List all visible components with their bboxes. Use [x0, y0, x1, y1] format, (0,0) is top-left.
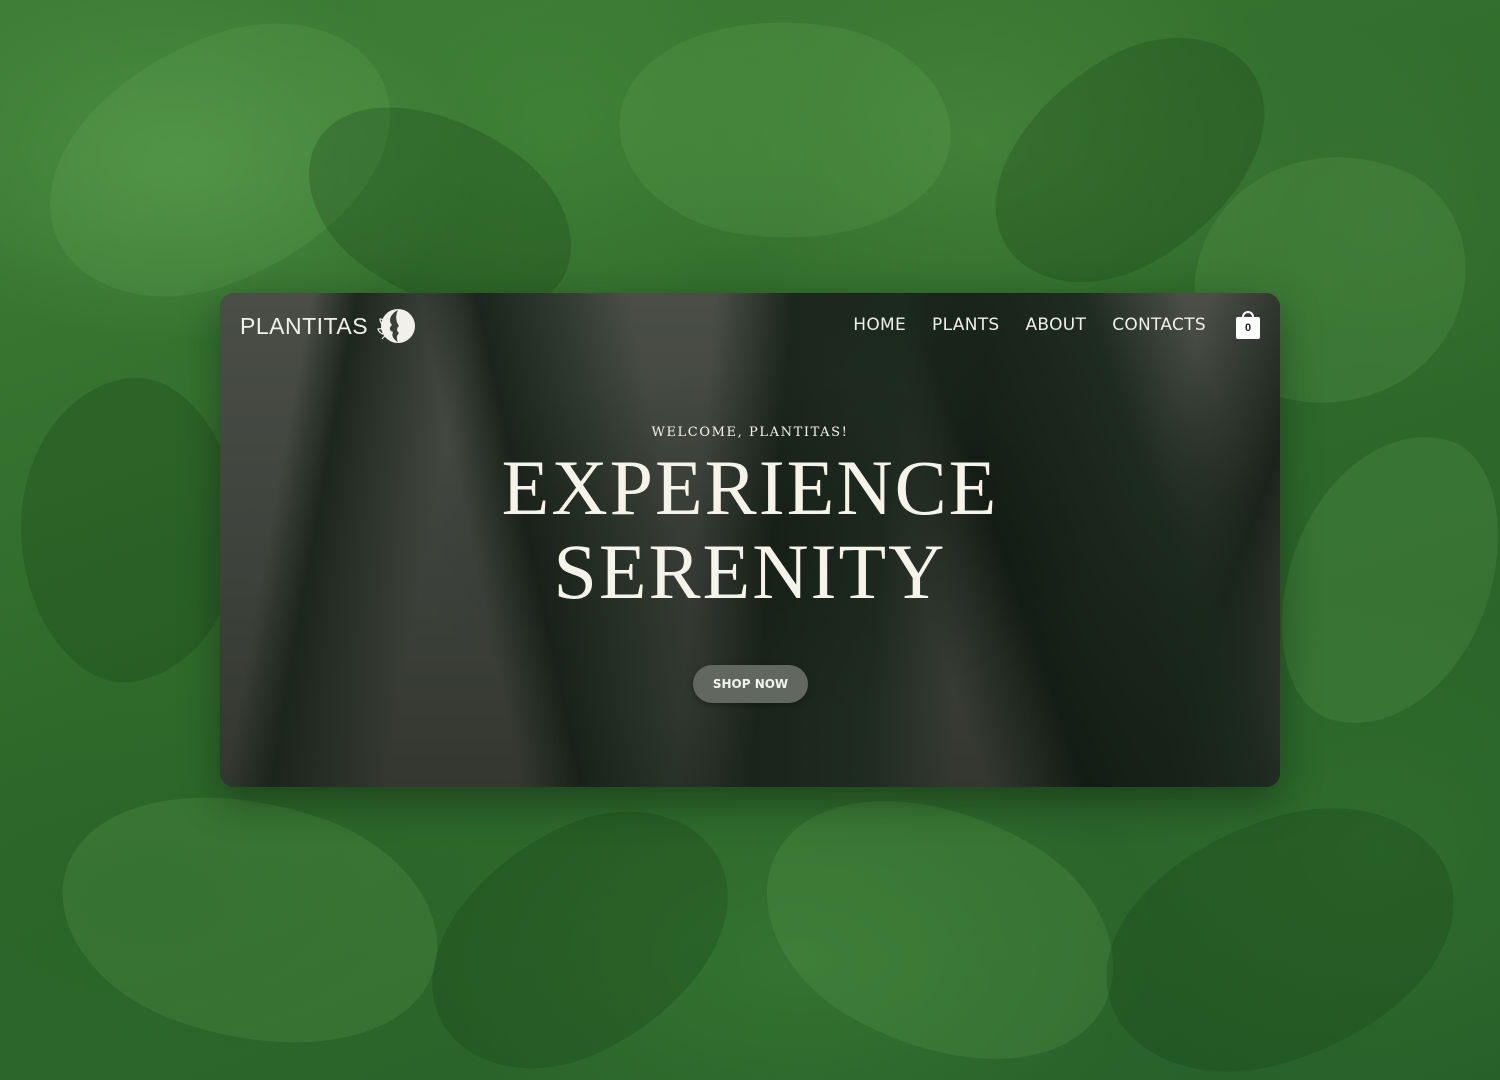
website-preview-card: PLANTITAS HOME PLANTS ABOUT CONTACTS 0 W… — [220, 293, 1280, 787]
brand-logo[interactable]: PLANTITAS — [240, 305, 416, 347]
hero-section: WELCOME, PLANTITAS! EXPERIENCE SERENITY — [220, 425, 1280, 614]
face-leaf-logo-icon — [377, 309, 416, 343]
cart-count-badge: 0 — [1236, 317, 1260, 339]
shop-now-button[interactable]: SHOP NOW — [693, 665, 808, 703]
hero-eyebrow: WELCOME, PLANTITAS! — [651, 425, 849, 440]
hero-headline-line2: SERENITY — [553, 528, 947, 615]
nav-contacts-link[interactable]: CONTACTS — [1112, 315, 1206, 335]
cart-button[interactable]: 0 — [1236, 311, 1260, 339]
nav-home-link[interactable]: HOME — [853, 315, 906, 335]
brand-name: PLANTITAS — [240, 312, 369, 339]
nav-plants-link[interactable]: PLANTS — [932, 315, 999, 335]
nav-about-link[interactable]: ABOUT — [1025, 315, 1086, 335]
hero-headline: EXPERIENCE SERENITY — [220, 446, 1280, 614]
main-navigation: HOME PLANTS ABOUT CONTACTS 0 — [853, 311, 1260, 339]
hero-headline-line1: EXPERIENCE — [501, 444, 999, 531]
